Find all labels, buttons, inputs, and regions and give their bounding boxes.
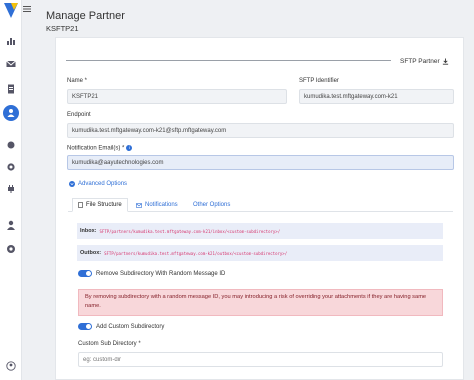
tab-notifications[interactable]: Notifications: [131, 198, 183, 212]
remove-subdir-toggle[interactable]: [78, 270, 92, 277]
inbox-path-value: SFTP/partners/kumudika.test.mftgateway.c…: [99, 228, 281, 234]
notification-email-label-text: Notification Email(s) *: [67, 145, 125, 152]
sidebar: [0, 0, 22, 380]
warning-alert: By removing subdirectory with a random m…: [78, 289, 443, 316]
info-icon[interactable]: i: [126, 145, 133, 151]
document-icon[interactable]: [4, 82, 18, 96]
mail-icon: [136, 202, 142, 208]
mail-icon[interactable]: [4, 57, 18, 71]
sftp-identifier-field[interactable]: kumudika.test.mftgateway.com-k21: [299, 89, 454, 104]
tab-file-structure[interactable]: File Structure: [72, 198, 128, 212]
inbox-path: Inbox: SFTP/partners/kumudika.test.mftga…: [77, 223, 443, 239]
download-icon: [442, 58, 448, 65]
remove-subdir-row: Remove Subdirectory With Random Message …: [78, 270, 225, 277]
tab-other-options[interactable]: Other Options: [188, 198, 235, 212]
app-logo[interactable]: [3, 2, 19, 19]
tab-label: Notifications: [145, 202, 178, 208]
partner-card: SFTP Partner Name * KSFTP21 SFTP Identif…: [55, 37, 464, 380]
custom-subdir-label: Custom Sub Directory *: [78, 341, 141, 347]
gear-icon[interactable]: [4, 242, 18, 256]
advanced-options-toggle[interactable]: Advanced Options: [69, 181, 127, 187]
divider: [66, 60, 391, 61]
dashboard-icon[interactable]: [4, 34, 18, 48]
profile-icon[interactable]: [4, 359, 18, 373]
name-label: Name *: [67, 78, 88, 84]
partners-icon[interactable]: [3, 105, 19, 121]
user-icon[interactable]: [4, 218, 18, 232]
plug-icon[interactable]: [4, 182, 18, 196]
endpoint-label: Endpoint: [67, 112, 91, 118]
add-custom-subdir-row: Add Custom Subdirectory: [78, 323, 164, 330]
name-field[interactable]: KSFTP21: [67, 89, 287, 104]
tab-label: Other Options: [193, 202, 231, 208]
sftp-partner-button[interactable]: SFTP Partner: [400, 58, 449, 65]
page-subtitle: KSFTP21: [46, 24, 79, 33]
sftp-identifier-label: SFTP Identifier: [299, 78, 339, 84]
outbox-label: Outbox:: [80, 250, 102, 256]
outbox-path: Outbox: SFTP/partners/kumudika.test.mftg…: [77, 245, 443, 261]
page-title: Manage Partner: [46, 10, 125, 22]
settings-icon[interactable]: [4, 160, 18, 174]
options-tabs: File Structure Notifications Other Optio…: [68, 198, 453, 212]
chevron-down-icon: [69, 181, 75, 187]
outbox-path-value: SFTP/partners/kumudika.test.mftgateway.c…: [104, 250, 288, 256]
circle-icon[interactable]: [4, 138, 18, 152]
endpoint-field[interactable]: kumudika.test.mftgateway.com-k21@sftp.mf…: [67, 123, 454, 138]
notification-email-label: Notification Email(s) * i: [67, 145, 133, 152]
document-icon: [78, 202, 83, 208]
add-custom-subdir-label: Add Custom Subdirectory: [96, 323, 165, 330]
sftp-partner-label: SFTP Partner: [400, 58, 440, 65]
inbox-label: Inbox:: [80, 228, 97, 234]
notification-email-field[interactable]: kumudika@aayutechnologies.com: [67, 155, 454, 170]
remove-subdir-label: Remove Subdirectory With Random Message …: [96, 270, 226, 277]
custom-subdir-input[interactable]: [78, 352, 443, 367]
add-custom-subdir-toggle[interactable]: [78, 323, 92, 330]
menu-toggle-icon[interactable]: [23, 5, 31, 13]
tab-label: File Structure: [86, 202, 122, 208]
advanced-options-label: Advanced Options: [78, 181, 128, 187]
